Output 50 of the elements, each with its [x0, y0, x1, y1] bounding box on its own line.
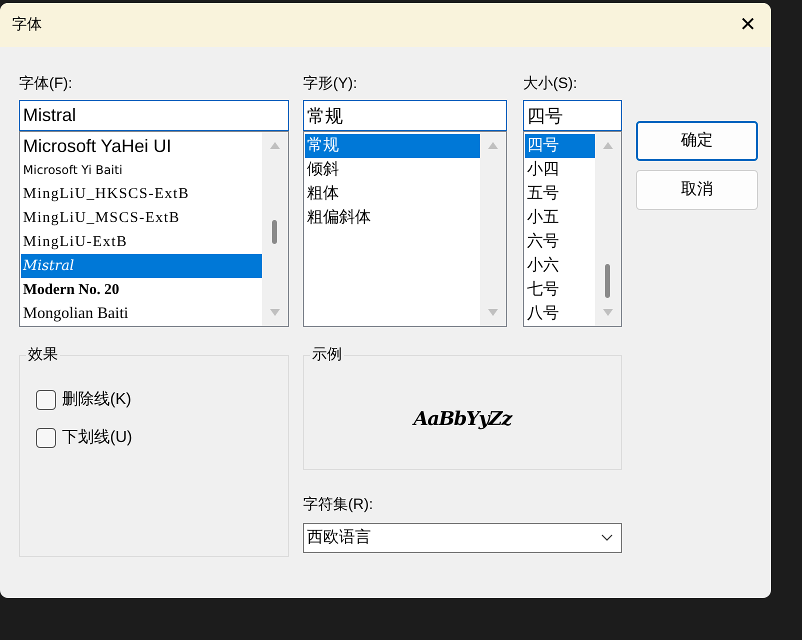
- list-item[interactable]: Microsoft YaHei UI: [21, 134, 262, 158]
- dialog-button[interactable]: 确定: [636, 121, 758, 161]
- field-label: 大小(S):: [523, 74, 578, 94]
- field-label: 字形(Y):: [303, 74, 358, 94]
- scroll-down-icon[interactable]: [603, 309, 613, 316]
- scroll-thumb[interactable]: [605, 264, 610, 298]
- scrollbar[interactable]: [595, 132, 621, 326]
- checkbox-label: 下划线(U): [62, 428, 132, 448]
- list-item[interactable]: Mistral: [21, 254, 262, 278]
- list-item[interactable]: MingLiU-ExtB: [21, 230, 262, 254]
- list-item[interactable]: 粗体: [305, 182, 480, 206]
- text-field[interactable]: 常规: [303, 100, 507, 131]
- checkbox-label: 删除线(K): [62, 390, 132, 410]
- text-field[interactable]: Mistral: [19, 100, 289, 131]
- field-label: 字体(F):: [19, 74, 74, 94]
- list-item[interactable]: 常规: [305, 134, 480, 158]
- list-item[interactable]: MingLiU_MSCS-ExtB: [21, 206, 262, 230]
- sample-text: AaBbYyZz: [414, 407, 512, 432]
- scroll-up-icon[interactable]: [603, 142, 613, 149]
- list-item[interactable]: 六号: [525, 230, 595, 254]
- charset-label: 字符集(R):: [303, 495, 374, 515]
- text-field[interactable]: 四号: [523, 100, 622, 131]
- list-item[interactable]: Modern No. 20: [21, 278, 262, 302]
- scroll-up-icon[interactable]: [270, 142, 280, 149]
- checkbox[interactable]: [36, 390, 56, 410]
- charset-dropdown[interactable]: 西欧语言: [303, 522, 622, 552]
- close-button[interactable]: ✕: [731, 8, 765, 42]
- list-item[interactable]: 粗偏斜体: [305, 206, 480, 230]
- list-item[interactable]: 五号: [525, 182, 595, 206]
- scroll-thumb[interactable]: [272, 220, 277, 244]
- scroll-up-icon[interactable]: [488, 142, 498, 149]
- dropdown-value: 西欧语言: [307, 528, 371, 548]
- list-item[interactable]: 八号: [525, 302, 595, 326]
- list-item[interactable]: 小五: [525, 206, 595, 230]
- scrollbar[interactable]: [262, 132, 288, 326]
- scroll-down-icon[interactable]: [270, 309, 280, 316]
- list-item[interactable]: 七号: [525, 278, 595, 302]
- list-item[interactable]: 四号: [525, 134, 595, 158]
- list-item[interactable]: Microsoft Yi Baiti: [21, 158, 262, 182]
- list-item[interactable]: 小六: [525, 254, 595, 278]
- checkbox[interactable]: [36, 428, 56, 448]
- scrollbar[interactable]: [480, 132, 506, 326]
- list-item[interactable]: 倾斜: [305, 158, 480, 182]
- dialog-button[interactable]: 取消: [636, 170, 758, 210]
- scroll-down-icon[interactable]: [488, 309, 498, 316]
- list-item[interactable]: 小四: [525, 158, 595, 182]
- list-item[interactable]: MingLiU_HKSCS-ExtB: [21, 182, 262, 206]
- chevron-down-icon: [601, 534, 613, 541]
- list-item[interactable]: Mongolian Baiti: [21, 302, 262, 326]
- window-title: 字体: [12, 14, 42, 35]
